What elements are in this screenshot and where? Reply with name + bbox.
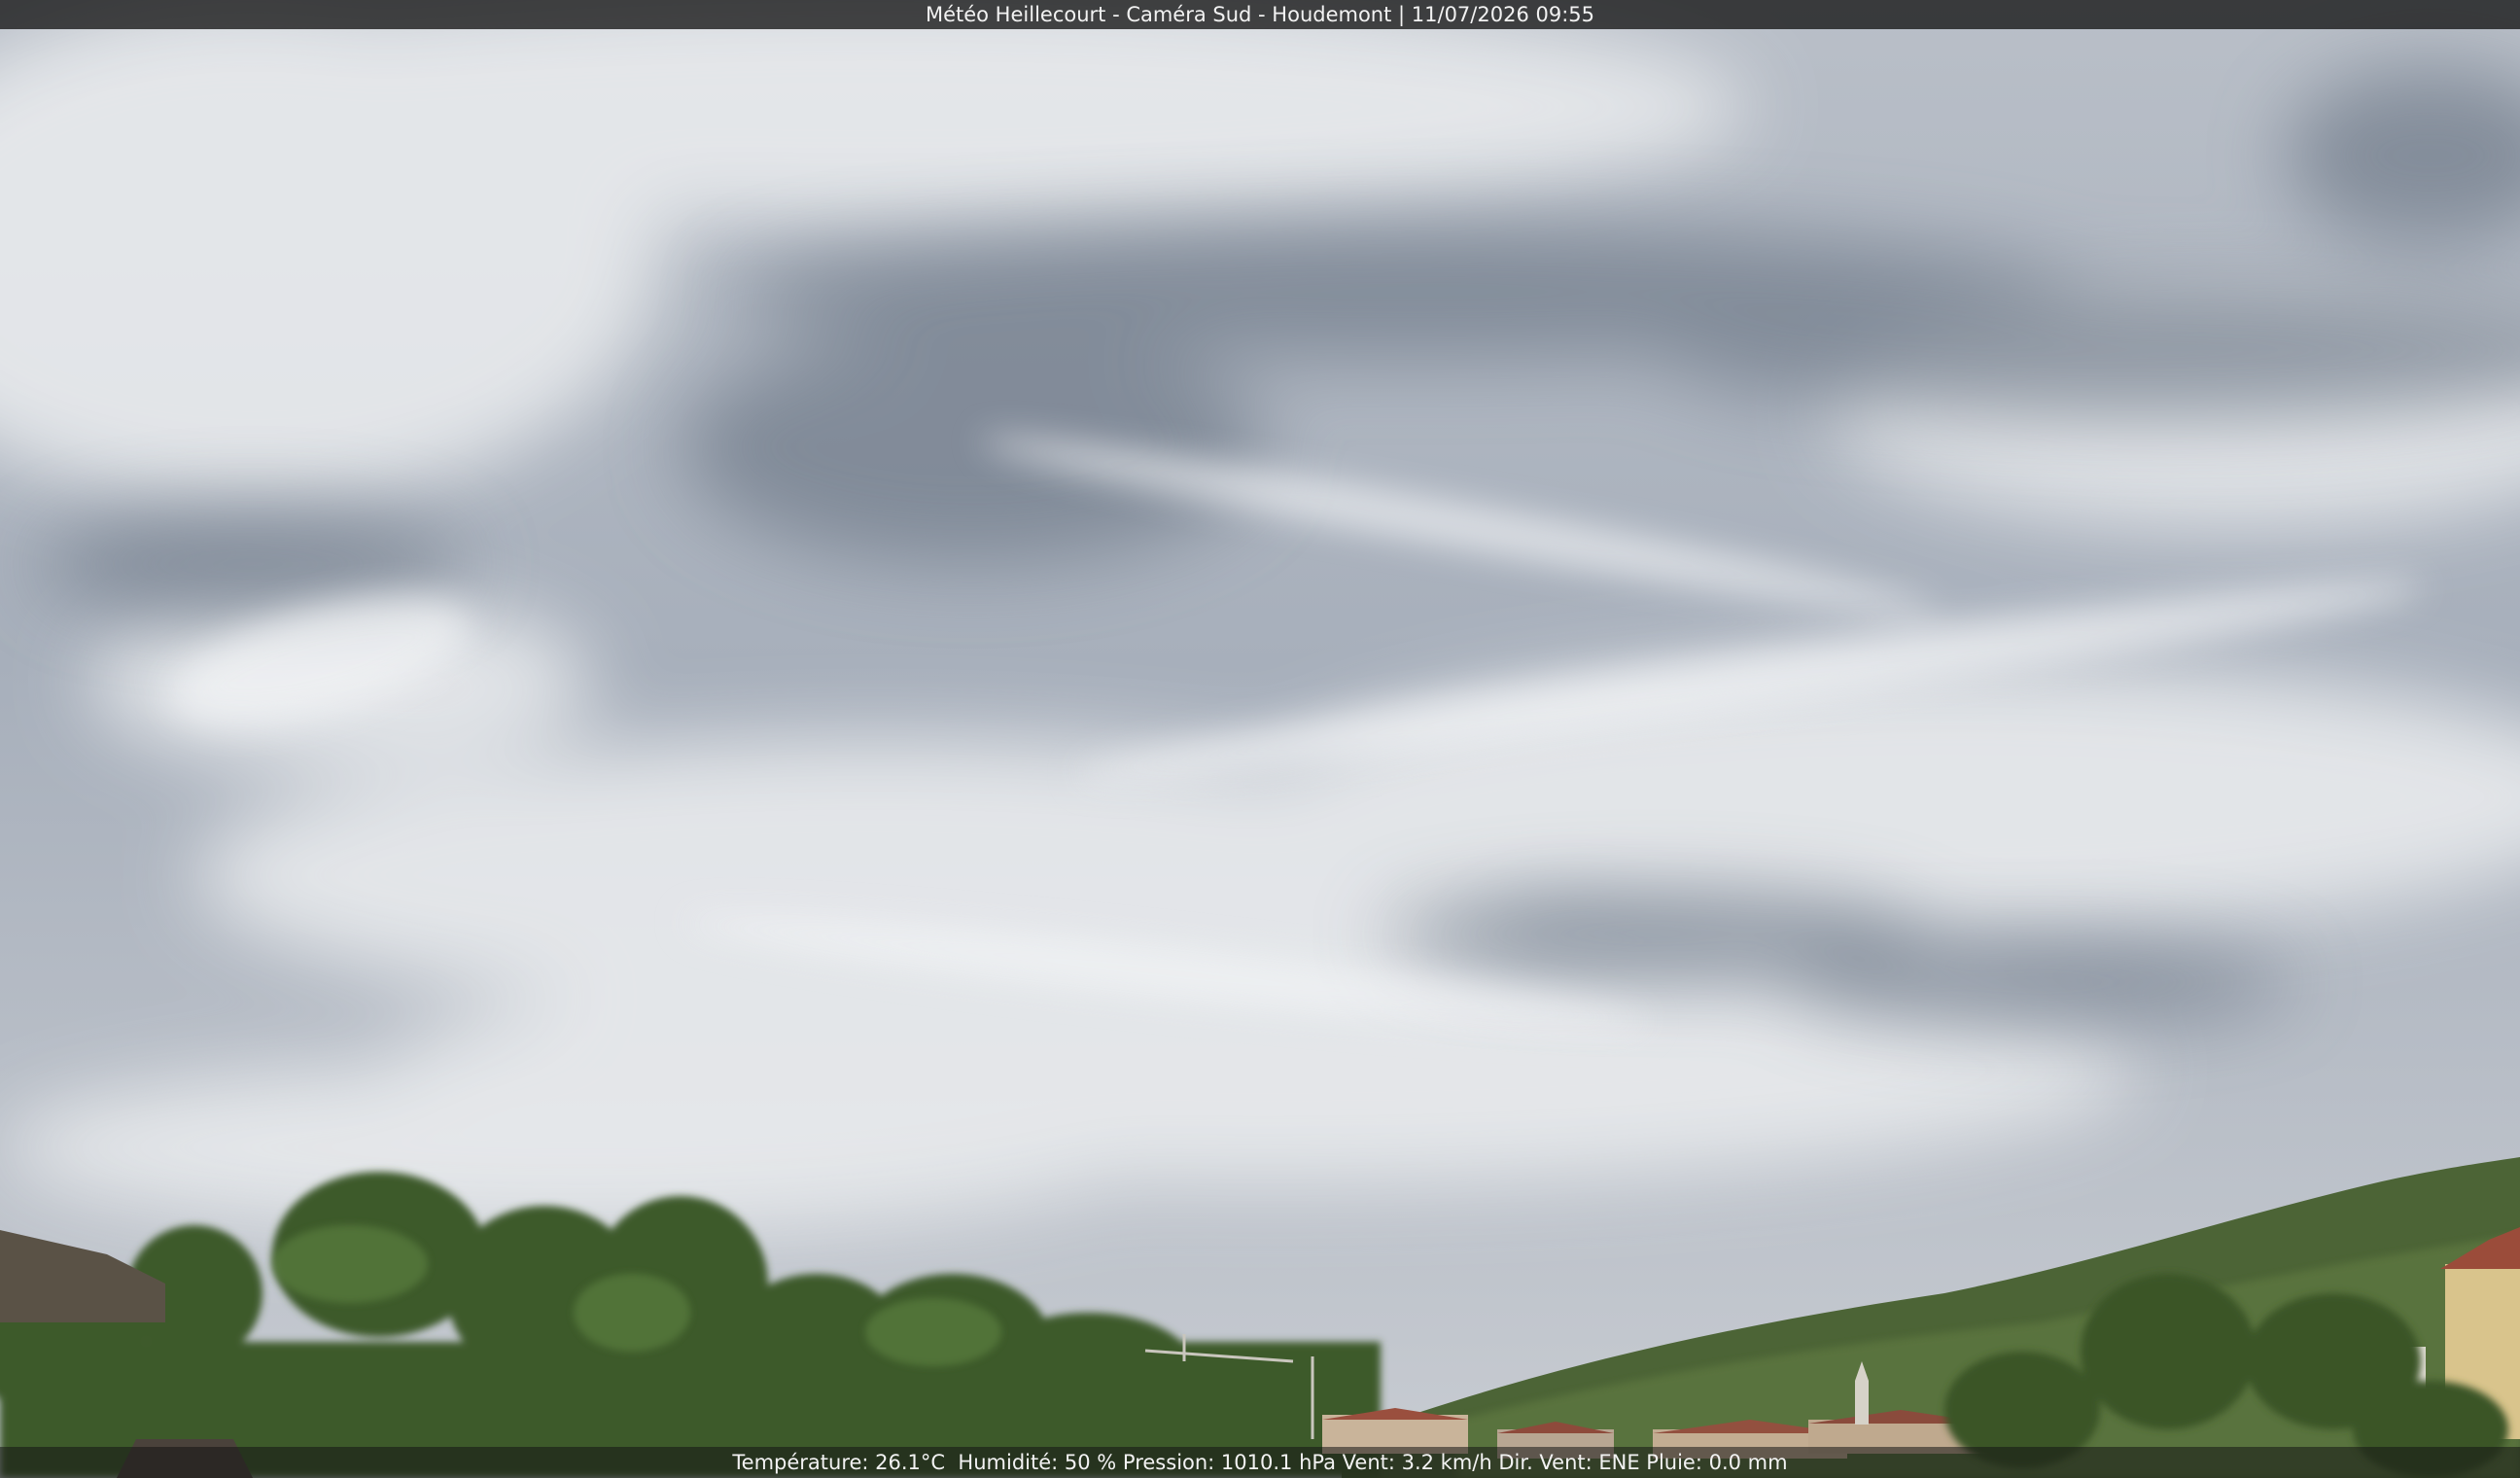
webcam-image (0, 0, 2520, 1478)
camera-title-bar: Météo Heillecourt - Caméra Sud - Houdemo… (0, 0, 2520, 29)
weather-readout: Température: 26.1°C Humidité: 50 % Press… (732, 1451, 1788, 1474)
webcam-frame: Météo Heillecourt - Caméra Sud - Houdemo… (0, 0, 2520, 1478)
camera-title: Météo Heillecourt - Caméra Sud - Houdemo… (925, 3, 1595, 26)
weather-info-bar: Température: 26.1°C Humidité: 50 % Press… (0, 1447, 2520, 1478)
